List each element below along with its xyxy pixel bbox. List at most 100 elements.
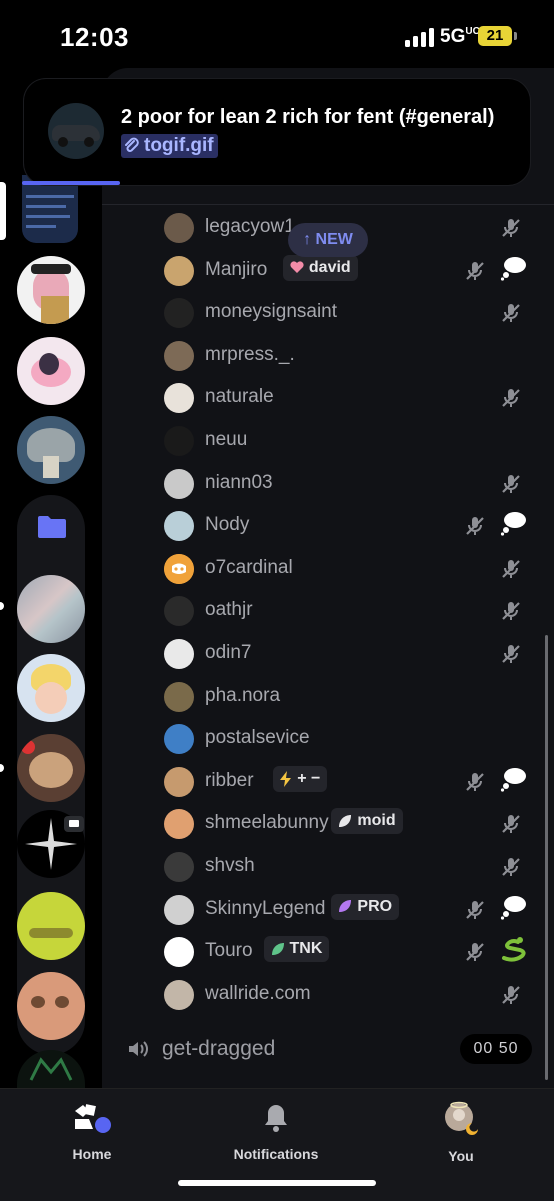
thought-bubble-icon [500, 510, 528, 536]
server-item-iridescent[interactable] [17, 575, 85, 643]
selected-server-indicator [0, 182, 6, 240]
bell-icon [265, 1105, 287, 1132]
member-avatar [164, 894, 194, 925]
server-item-wolf[interactable] [17, 1050, 85, 1090]
unread-indicator [0, 764, 4, 772]
member-row[interactable]: oathjr [164, 593, 544, 629]
member-row[interactable]: shmeelabunny moid [164, 806, 544, 842]
member-avatar [164, 255, 194, 286]
attachment-link[interactable]: togif.gif [121, 134, 218, 158]
mic-muted-icon [500, 473, 522, 495]
server-item-mustache[interactable] [17, 892, 85, 960]
voice-channel-name: get-dragged [162, 1037, 276, 1060]
member-tag: moid [331, 808, 403, 835]
leaf-icon [271, 942, 284, 955]
member-name: niann03 [205, 471, 273, 493]
member-tag: + − [273, 765, 328, 792]
paperclip-icon [125, 137, 139, 152]
mic-muted-icon [500, 600, 522, 622]
member-avatar [164, 937, 194, 968]
member-avatar [164, 426, 194, 456]
member-name: moneysignsaint [205, 301, 338, 323]
member-name: Manjiro [205, 258, 268, 280]
mic-muted-icon [500, 643, 522, 665]
member-row[interactable]: shvsh [164, 849, 544, 885]
mic-muted-icon [500, 813, 522, 835]
folder-icon [38, 516, 66, 538]
notification-banner[interactable]: 2 poor for lean 2 rich for fent (#genera… [24, 79, 530, 185]
mic-muted-icon [500, 558, 522, 580]
member-row[interactable]: Touro TNK [164, 934, 544, 970]
member-row[interactable]: niann03 [164, 466, 544, 502]
server-item-mushroom[interactable] [17, 416, 85, 484]
mic-muted-icon [464, 515, 486, 537]
member-row[interactable]: Nody [164, 508, 544, 544]
member-name: shvsh [205, 855, 255, 876]
server-item-cat[interactable] [17, 972, 85, 1040]
server-item-cartoon[interactable] [17, 654, 85, 722]
member-avatar [164, 852, 194, 882]
leaf-icon [339, 900, 352, 913]
scrollbar[interactable] [545, 635, 548, 1080]
home-indicator [178, 1180, 376, 1186]
member-avatar [164, 766, 194, 797]
member-row[interactable]: postalsevice [164, 721, 544, 757]
member-avatar [164, 340, 194, 371]
notification-avatar [48, 103, 104, 159]
server-item-pig[interactable] [17, 256, 85, 324]
tab-home[interactable]: Home [22, 1101, 162, 1162]
member-row[interactable]: odin7 [164, 636, 544, 672]
avatar [445, 1101, 478, 1135]
member-name: neuu [205, 429, 248, 450]
network-label: 5GUC [440, 26, 480, 47]
member-name: Touro [205, 940, 253, 962]
member-row[interactable]: SkinnyLegend PRO [164, 892, 544, 928]
new-messages-pill[interactable]: ↑ NEW [288, 223, 368, 257]
member-avatar [164, 639, 194, 669]
member-avatar [164, 724, 194, 755]
mic-muted-icon [500, 984, 522, 1006]
member-tag: TNK [263, 936, 330, 963]
notification-title: 2 poor for lean 2 rich for fent (#genera… [121, 106, 495, 128]
member-avatar [164, 809, 194, 840]
member-name: odin7 [205, 642, 252, 663]
mic-muted-icon [464, 260, 486, 282]
member-name: SkinnyLegend [205, 897, 326, 919]
member-row[interactable]: neuu [164, 423, 544, 459]
member-avatar [164, 681, 194, 712]
mic-muted-icon [464, 771, 486, 793]
signal-icon [405, 27, 434, 47]
mic-muted-icon [464, 899, 486, 921]
thought-bubble-icon [500, 766, 528, 792]
server-item-hamster[interactable] [17, 734, 85, 802]
server-item-screenshare[interactable] [22, 175, 78, 243]
heart-icon [290, 261, 304, 274]
member-row[interactable]: wallride.com [164, 977, 544, 1013]
snake-icon [500, 936, 528, 962]
member-row[interactable]: o7cardinal [164, 551, 544, 587]
server-item-umbreon[interactable] [17, 337, 85, 405]
member-row[interactable]: moneysignsaint [164, 295, 544, 331]
member-name: postalsevice [205, 727, 310, 749]
member-row[interactable]: Manjiro david [164, 253, 544, 289]
member-avatar [164, 979, 194, 1010]
tab-you[interactable]: You [391, 1101, 531, 1164]
mic-muted-icon [464, 941, 486, 963]
member-name: mrpress._. [205, 343, 295, 365]
member-name: oathjr [205, 599, 253, 621]
member-name: ribber [205, 769, 254, 791]
member-name: naturale [205, 386, 274, 408]
mic-muted-icon [500, 302, 522, 324]
member-avatar [164, 383, 194, 414]
member-row[interactable]: naturale [164, 380, 544, 416]
screen-share-badge [64, 816, 84, 832]
notification-progress [22, 181, 120, 185]
member-row[interactable]: pha.nora [164, 679, 544, 715]
member-row[interactable]: mrpress._. [164, 338, 544, 374]
member-avatar [164, 298, 194, 329]
battery-icon: 21 [478, 26, 517, 46]
member-row[interactable]: ribber + − [164, 764, 544, 800]
member-name: Nody [205, 514, 250, 536]
member-avatar [164, 468, 194, 499]
tab-notifications[interactable]: Notifications [206, 1101, 346, 1162]
